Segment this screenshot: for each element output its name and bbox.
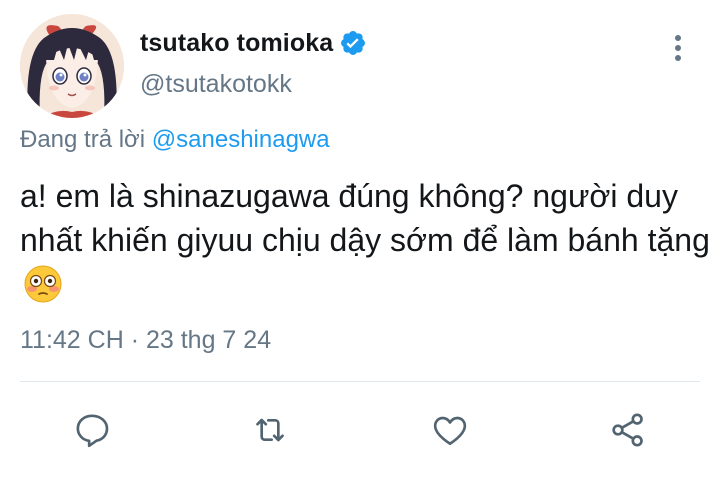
tweet-date[interactable]: 23 thg 7 24 (146, 326, 271, 354)
heart-icon (433, 416, 467, 445)
avatar[interactable] (20, 14, 124, 118)
retweet-button[interactable] (248, 408, 292, 452)
like-button[interactable] (428, 408, 472, 452)
share-button[interactable] (606, 408, 650, 452)
display-name[interactable]: tsutako tomioka (140, 29, 333, 58)
replying-to-label: Đang trả lời (20, 126, 146, 153)
replying-to: Đang trả lời @saneshinagwa (20, 126, 330, 154)
speech-bubble-icon (76, 414, 109, 448)
more-options-button[interactable] (664, 30, 692, 66)
tweet-timestamp[interactable]: 11:42 CH · 23 thg 7 24 (20, 326, 271, 355)
timestamp-separator: · (123, 326, 146, 354)
handle[interactable]: @tsutakotokk (140, 70, 367, 99)
reply-button[interactable] (70, 408, 114, 452)
author-block: tsutako tomioka @tsutakotokk (140, 26, 367, 99)
reply-mention-link[interactable]: @saneshinagwa (152, 126, 330, 153)
vertical-dots-icon (675, 35, 681, 61)
tweet-card: tsutako tomioka @tsutakotokk Đang trả lờ… (0, 0, 720, 480)
tweet-text: a! em là shinazugawa đúng không? người d… (20, 174, 710, 306)
anime-avatar-icon (20, 14, 124, 118)
author-name-row: tsutako tomioka (140, 26, 367, 60)
tweet-time[interactable]: 11:42 CH (20, 326, 124, 354)
flushed-face-emoji-icon (24, 265, 62, 303)
share-icon (612, 413, 643, 447)
action-bar (0, 402, 720, 458)
divider (20, 381, 700, 382)
tweet-body: a! em là shinazugawa đúng không? người d… (20, 178, 710, 258)
verified-badge-icon (339, 29, 367, 57)
retweet-icon (256, 418, 284, 442)
